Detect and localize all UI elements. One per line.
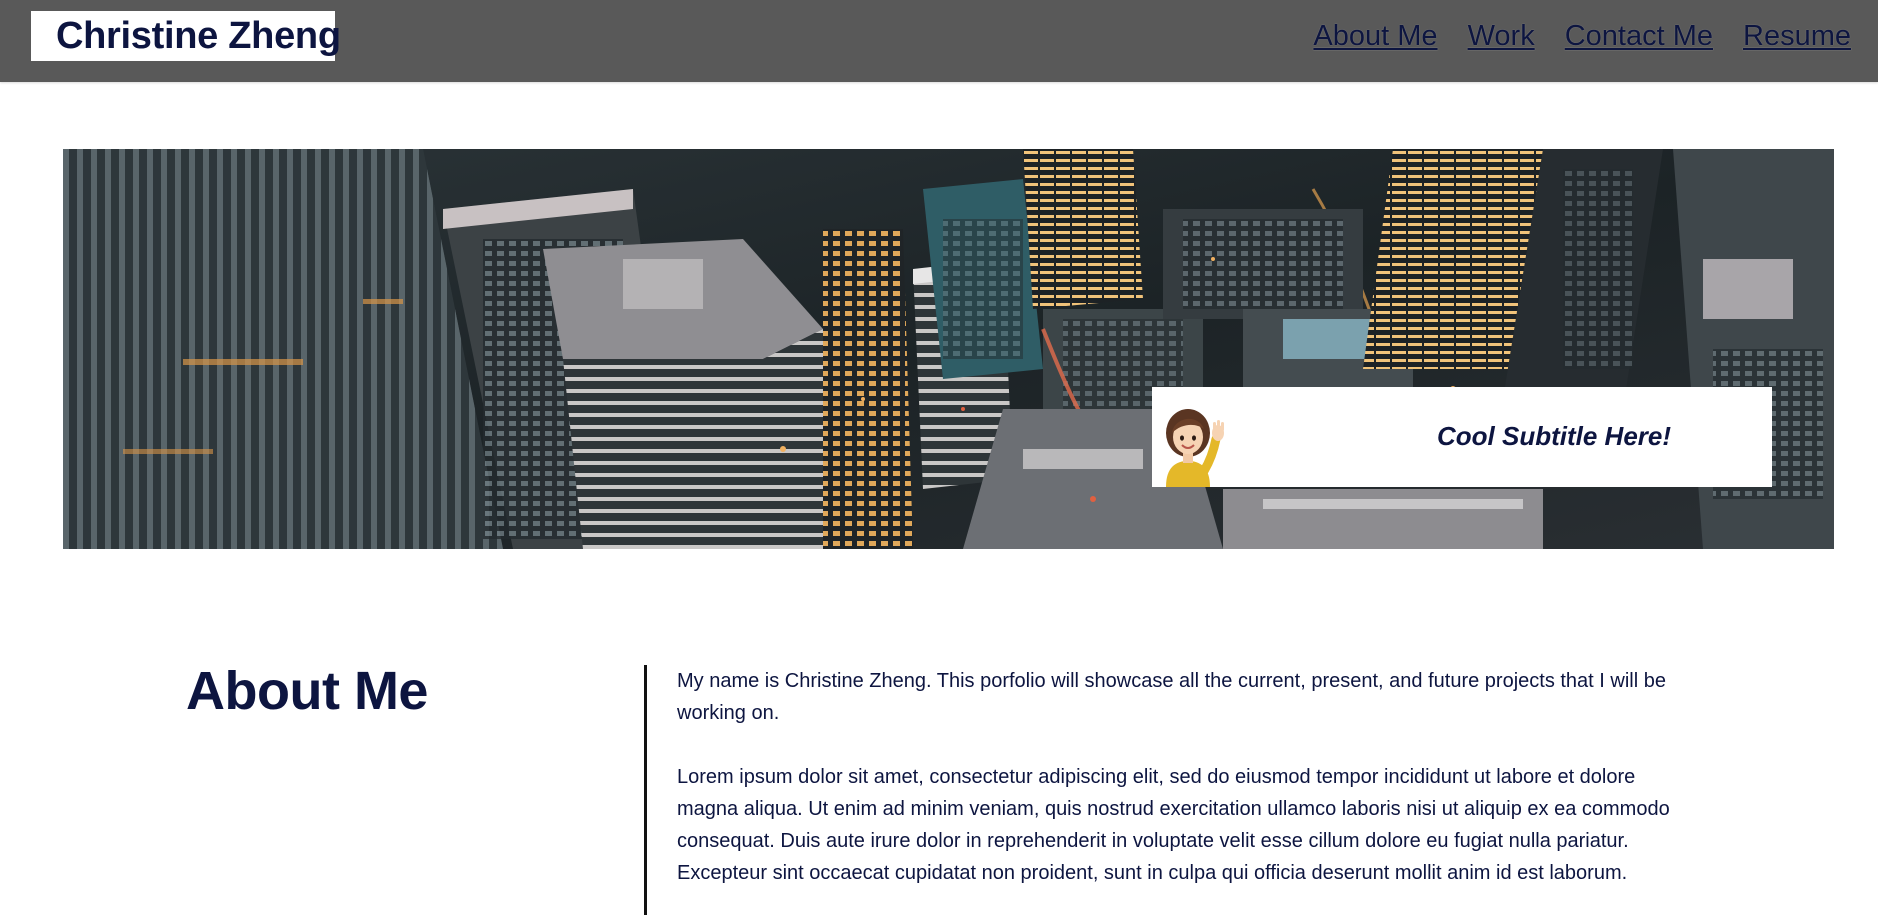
about-body: My name is Christine Zheng. This porfoli… [677,665,1697,921]
site-title[interactable]: Christine Zheng [31,11,341,61]
about-heading: About Me [186,661,428,721]
main-nav: About Me Work Contact Me Resume [1313,16,1851,56]
hero-banner-image [63,149,1834,549]
about-paragraph-lorem: Lorem ipsum dolor sit amet, consectetur … [677,766,1670,884]
nav-link-resume[interactable]: Resume [1743,16,1851,56]
about-paragraph-intro: My name is Christine Zheng. This porfoli… [677,670,1666,724]
nav-link-contact-me[interactable]: Contact Me [1565,16,1713,56]
nav-link-work[interactable]: Work [1468,16,1535,56]
site-header: Christine Zheng About Me Work Contact Me… [0,0,1878,82]
city-skyline-illustration [63,149,1834,549]
section-divider [644,665,647,915]
waving-avatar-icon [1166,409,1224,487]
hero-subtitle: Cool Subtitle Here! [1437,421,1672,451]
nav-link-about-me[interactable]: About Me [1313,16,1437,56]
